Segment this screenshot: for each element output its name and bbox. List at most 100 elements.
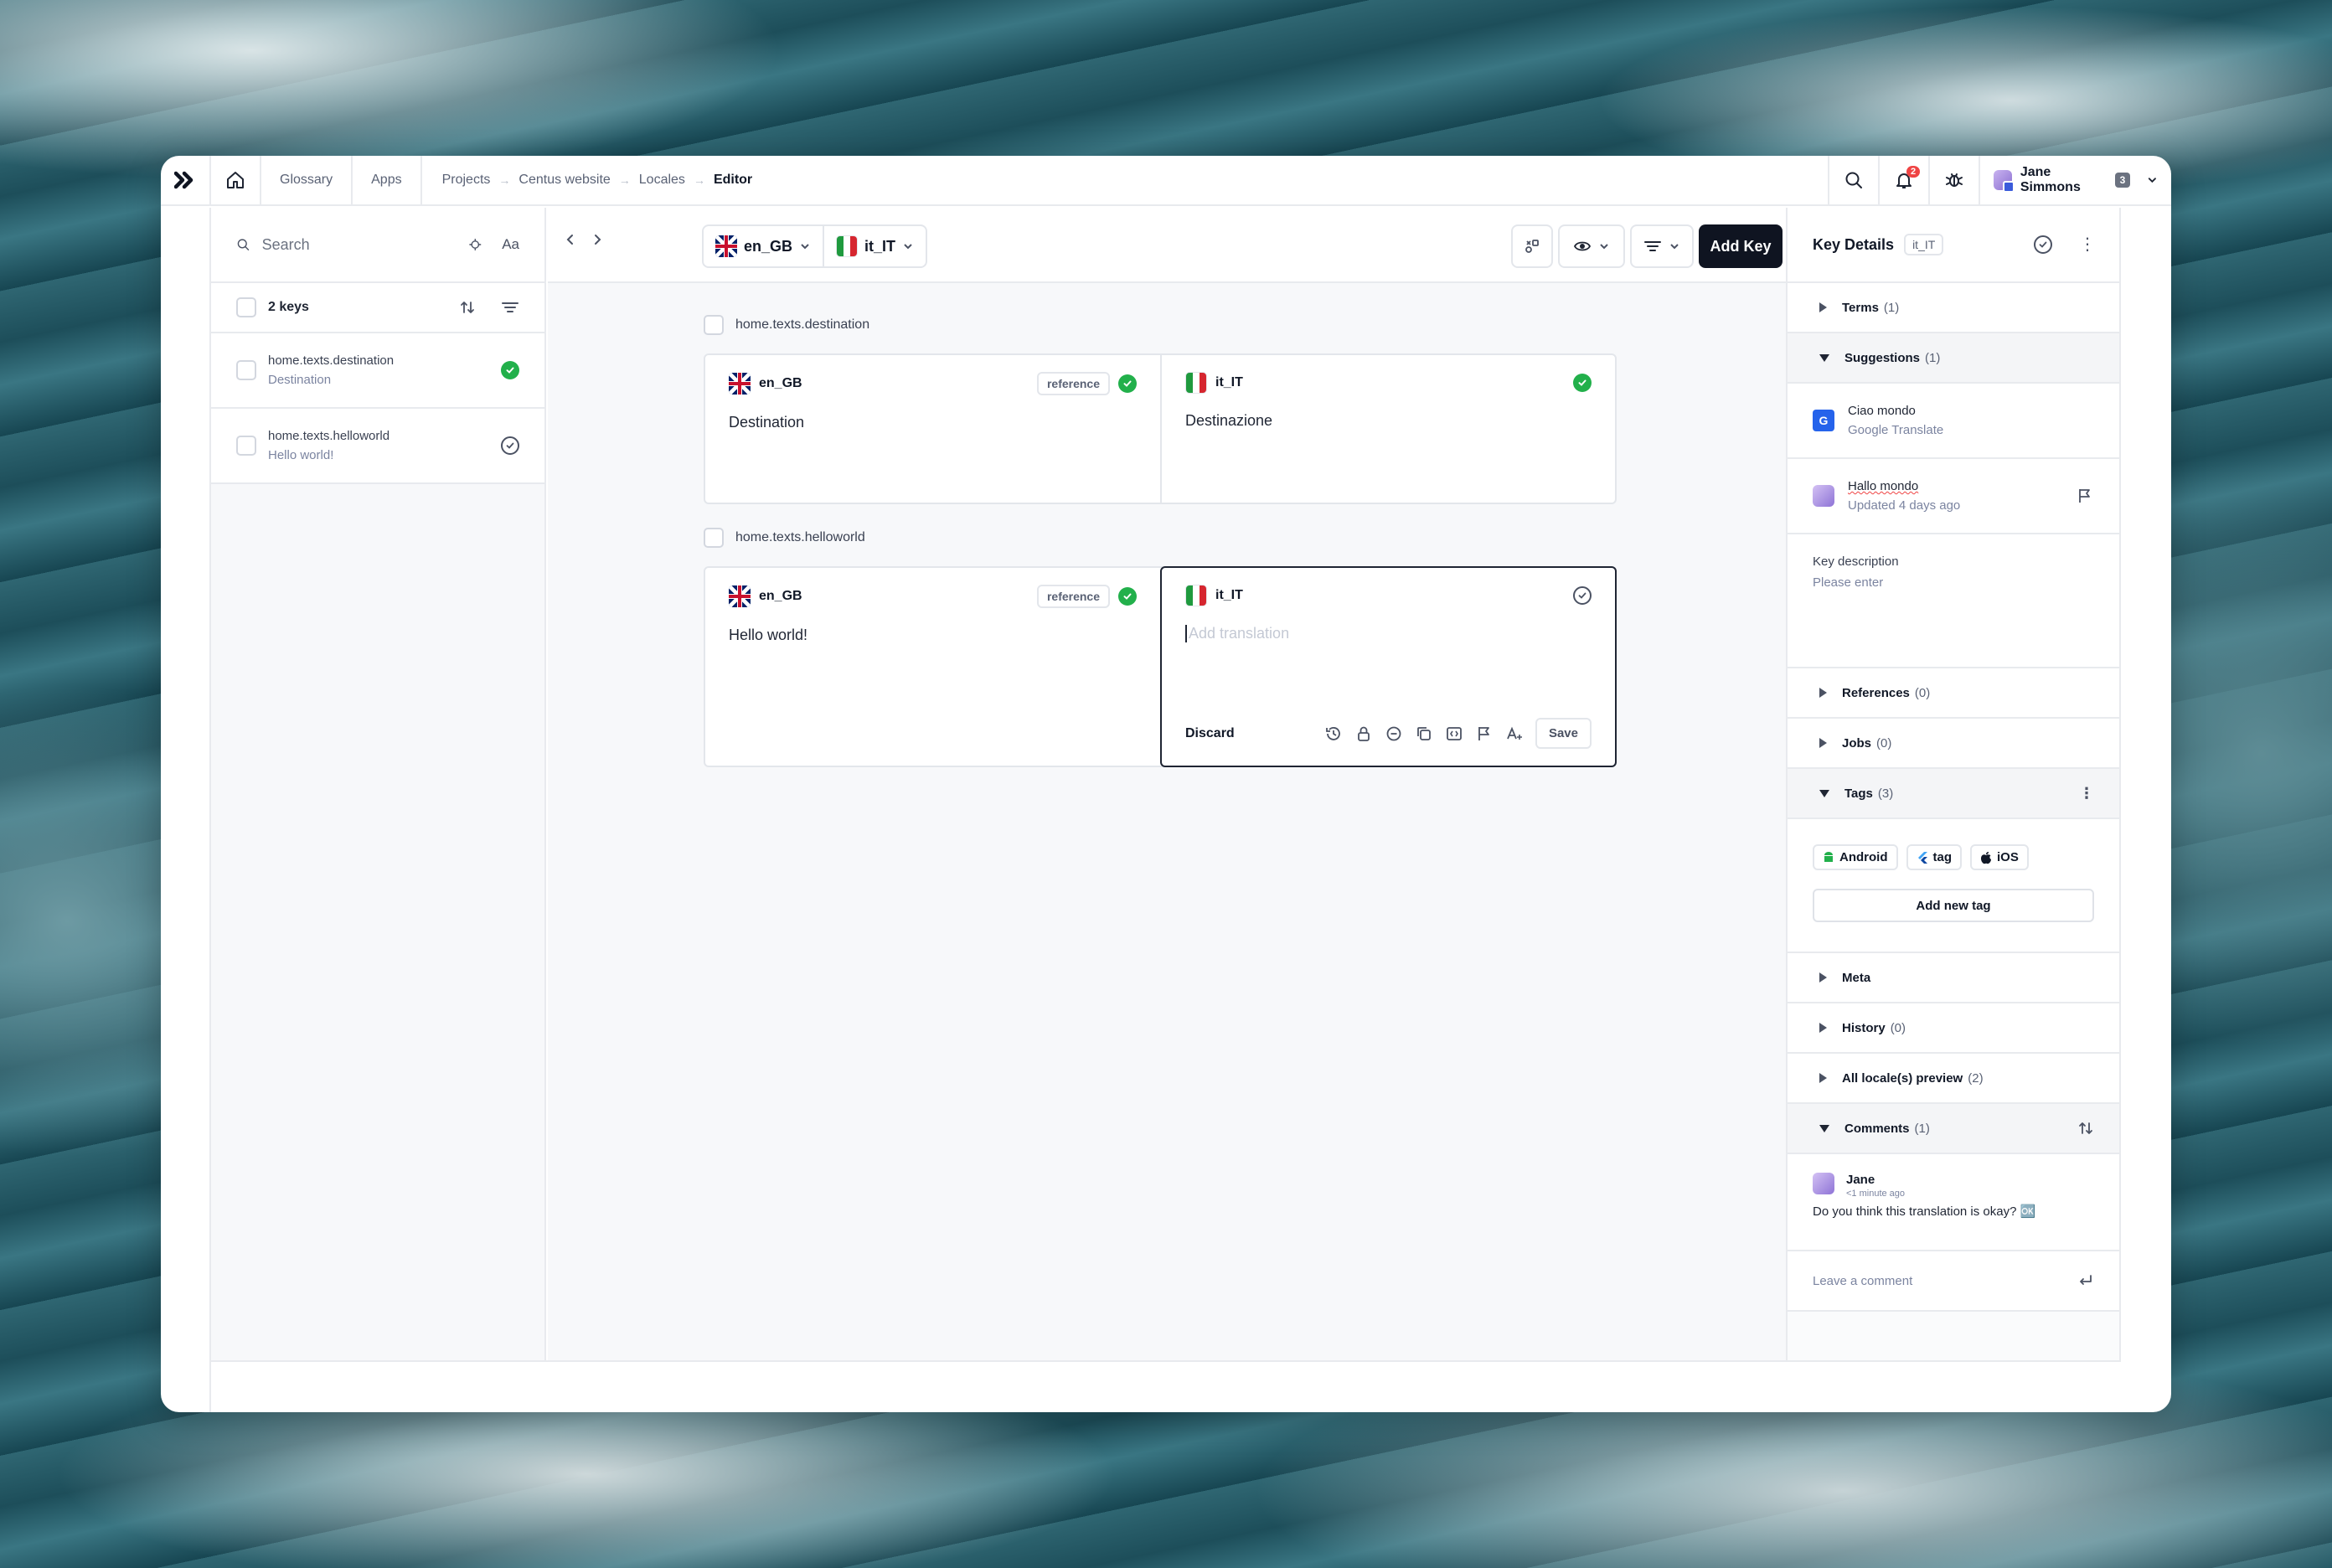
comment-composer: [1788, 1251, 2119, 1312]
text-format-icon[interactable]: [1505, 725, 1524, 743]
nav-glossary[interactable]: Glossary: [261, 156, 353, 204]
expand-icon: [1819, 1073, 1827, 1083]
notifications-button[interactable]: 2: [1878, 156, 1928, 204]
right-rail: [2121, 208, 2171, 1412]
source-cell: en_GB reference Hello world!: [705, 568, 1160, 766]
bulk-actions-button[interactable]: [1511, 224, 1553, 268]
tag-ios[interactable]: iOS: [1970, 844, 2029, 870]
uk-flag-icon: [729, 585, 751, 607]
flag-icon[interactable]: [2076, 487, 2094, 505]
description-input[interactable]: [1813, 575, 2094, 590]
suggestion-text: Hallo mondo: [1848, 479, 1919, 493]
source-locale-select[interactable]: en_GB: [704, 226, 823, 266]
suggestion-item[interactable]: G Ciao mondo Google Translate: [1788, 384, 2119, 459]
view-options-button[interactable]: [1558, 224, 1625, 268]
section-label: All locale(s) preview: [1842, 1070, 1963, 1086]
section-count: (1): [1925, 350, 1941, 365]
add-tag-button[interactable]: Add new tag: [1813, 889, 2094, 922]
minus-circle-icon[interactable]: [1385, 725, 1403, 743]
section-label: Jobs: [1842, 735, 1872, 750]
target-cell-editing[interactable]: it_IT Discard Save: [1160, 566, 1617, 767]
key-checkbox[interactable]: [236, 360, 256, 380]
target-text[interactable]: Destinazione: [1185, 412, 1592, 430]
code-brackets-icon[interactable]: [1445, 725, 1463, 743]
copy-icon[interactable]: [1415, 725, 1433, 743]
top-nav: Glossary Apps Projects → Centus website …: [161, 156, 2171, 206]
home-button[interactable]: [211, 156, 261, 204]
list-item[interactable]: home.texts.destination Destination: [211, 333, 544, 409]
sort-icon[interactable]: [459, 299, 476, 316]
collapse-icon: [1819, 789, 1829, 797]
section-count: (3): [1877, 786, 1894, 801]
enter-icon[interactable]: [2077, 1272, 2094, 1289]
search-input[interactable]: [261, 235, 457, 254]
add-key-button[interactable]: Add Key: [1699, 224, 1783, 268]
panel-title: Key Details: [1813, 235, 1895, 253]
filter-icon[interactable]: [501, 299, 519, 316]
lock-icon[interactable]: [1354, 725, 1373, 743]
chevron-left-icon[interactable]: [565, 233, 576, 246]
user-menu[interactable]: Jane Simmons 3: [1979, 156, 2171, 204]
key-checkbox[interactable]: [704, 528, 724, 548]
target-locale-label: it_IT: [864, 237, 896, 255]
reference-tag: reference: [1036, 372, 1110, 395]
target-cell[interactable]: it_IT Destinazione: [1160, 355, 1615, 503]
select-all-checkbox[interactable]: [236, 297, 256, 317]
more-options-icon[interactable]: ⋮: [2079, 786, 2094, 801]
discard-button[interactable]: Discard: [1185, 726, 1313, 741]
bug-report-button[interactable]: [1928, 156, 1979, 204]
key-value: Destination: [268, 373, 332, 387]
breadcrumb-projects[interactable]: Projects: [442, 173, 491, 188]
key-checkbox[interactable]: [236, 436, 256, 456]
sort-icon[interactable]: [2077, 1120, 2094, 1137]
keys-sidebar: Aa 2 keys home.texts.destination Destina…: [211, 208, 546, 1360]
filter-button[interactable]: [1630, 224, 1694, 268]
translation-input[interactable]: [1185, 625, 1592, 642]
flag-icon[interactable]: [1475, 725, 1494, 743]
tag-flutter[interactable]: tag: [1906, 844, 1962, 870]
section-terms[interactable]: Terms (1): [1788, 283, 2119, 333]
app-logo[interactable]: [161, 156, 211, 204]
suggestion-item[interactable]: Hallo mondo Updated 4 days ago: [1788, 459, 2119, 534]
locale-label: en_GB: [759, 589, 802, 603]
status-bar: [211, 1360, 2121, 1412]
check-circle-icon[interactable]: [2034, 235, 2052, 254]
search-button[interactable]: [1828, 156, 1878, 204]
reference-tag: reference: [1036, 585, 1110, 608]
breadcrumb-arrow-icon: →: [693, 173, 705, 187]
left-rail: [161, 208, 211, 1412]
chevron-right-icon[interactable]: [591, 233, 603, 246]
target-locale-select[interactable]: it_IT: [823, 226, 926, 266]
history-icon[interactable]: [1324, 725, 1343, 743]
section-references[interactable]: References (0): [1788, 668, 2119, 719]
approved-check-icon: [1118, 374, 1137, 393]
approved-check-icon[interactable]: [1573, 374, 1592, 392]
section-count: (0): [1876, 735, 1892, 750]
breadcrumb-project[interactable]: Centus website: [519, 173, 610, 188]
chevron-down-icon: [1670, 244, 1679, 250]
tag-android[interactable]: Android: [1813, 844, 1898, 870]
crosshair-icon[interactable]: [468, 235, 482, 254]
home-icon: [227, 172, 244, 188]
section-label: References: [1842, 685, 1910, 700]
section-tags[interactable]: Tags (3) ⋮: [1788, 769, 2119, 819]
section-suggestions[interactable]: Suggestions (1): [1788, 333, 2119, 384]
section-history[interactable]: History (0): [1788, 1003, 2119, 1054]
locale-label: it_IT: [1215, 375, 1243, 389]
section-label: Suggestions: [1844, 350, 1921, 365]
match-case-icon[interactable]: Aa: [502, 236, 519, 253]
translated-check-icon: [501, 361, 519, 379]
section-locale-preview[interactable]: All locale(s) preview (2): [1788, 1054, 2119, 1104]
expand-icon: [1819, 302, 1827, 312]
comment-input[interactable]: [1813, 1273, 2077, 1288]
section-meta[interactable]: Meta: [1788, 953, 2119, 1003]
save-button[interactable]: Save: [1535, 718, 1592, 749]
key-checkbox[interactable]: [704, 315, 724, 335]
section-jobs[interactable]: Jobs (0): [1788, 719, 2119, 769]
more-options-icon[interactable]: ⋮: [2079, 236, 2096, 253]
approve-check-icon[interactable]: [1573, 586, 1592, 605]
nav-apps[interactable]: Apps: [353, 156, 422, 204]
section-comments[interactable]: Comments (1): [1788, 1104, 2119, 1154]
breadcrumb-locales[interactable]: Locales: [639, 173, 685, 188]
list-item[interactable]: home.texts.helloworld Hello world!: [211, 409, 544, 484]
